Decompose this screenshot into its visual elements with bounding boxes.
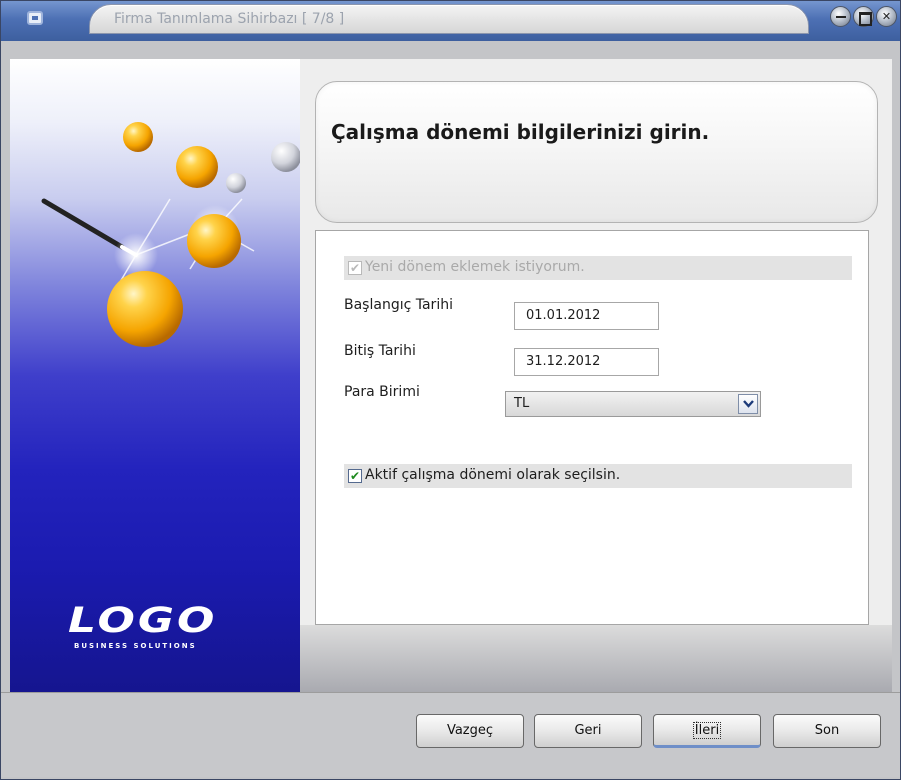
active-period-label: Aktif çalışma dönemi olarak seçilsin. — [365, 467, 621, 483]
maximize-button[interactable] — [853, 6, 874, 27]
minimize-button[interactable] — [830, 6, 851, 27]
logo-text: LOGO — [68, 600, 218, 641]
title-tab: Firma Tanımlama Sihirbazı [ 7/8 ] — [89, 4, 809, 34]
client-bottom-band — [300, 625, 892, 692]
currency-selected-value: TL — [514, 396, 530, 411]
end-date-label: Bitiş Tarihi — [344, 343, 416, 359]
chevron-down-icon — [743, 400, 754, 408]
new-period-label: Yeni dönem eklemek istiyorum. — [365, 259, 585, 275]
title-bar[interactable]: Firma Tanımlama Sihirbazı [ 7/8 ] ✕ — [1, 1, 900, 41]
back-button[interactable]: Geri — [534, 714, 642, 748]
next-button-label: İleri — [692, 722, 722, 739]
decorative-spheres-graphic — [41, 122, 300, 347]
dropdown-arrow-button[interactable] — [738, 394, 758, 414]
close-button[interactable]: ✕ — [876, 6, 897, 27]
back-button-label: Geri — [574, 723, 602, 738]
gold-sphere-medium — [187, 214, 241, 268]
large-gold-sphere — [107, 271, 183, 347]
period-form: ✔ Yeni dönem eklemek istiyorum. Başlangı… — [315, 230, 869, 625]
start-date-field[interactable]: 01.01.2012 — [514, 302, 659, 330]
logo-tagline: BUSINESS SOLUTIONS — [74, 642, 197, 650]
window-title: Firma Tanımlama Sihirbazı [ 7/8 ] — [114, 11, 345, 27]
button-bar: Vazgeç Geri İleri Son — [1, 692, 900, 777]
step-header: Çalışma dönemi bilgilerinizi girin. — [315, 81, 878, 223]
silver-sphere — [271, 142, 300, 172]
step-title: Çalışma dönemi bilgilerinizi girin. — [331, 120, 710, 144]
wand-shape — [41, 198, 125, 250]
currency-label: Para Birimi — [344, 384, 420, 400]
cancel-button[interactable]: Vazgeç — [416, 714, 524, 748]
new-period-checkbox[interactable]: ✔ — [348, 261, 362, 275]
wizard-window: Firma Tanımlama Sihirbazı [ 7/8 ] ✕ LOGO… — [0, 0, 901, 780]
wizard-client-area: LOGO BUSINESS SOLUTIONS Çalışma dönemi b… — [10, 59, 892, 692]
next-button[interactable]: İleri — [653, 714, 761, 748]
small-silver-sphere — [226, 173, 246, 193]
small-gold-sphere — [123, 122, 153, 152]
logo: LOGO BUSINESS SOLUTIONS — [68, 604, 238, 654]
finish-button[interactable]: Son — [773, 714, 881, 748]
currency-select[interactable]: TL — [505, 391, 761, 417]
window-menu-icon[interactable] — [27, 11, 43, 25]
branding-panel: LOGO BUSINESS SOLUTIONS — [10, 59, 300, 692]
finish-button-label: Son — [814, 723, 840, 738]
end-date-field[interactable]: 31.12.2012 — [514, 348, 659, 376]
active-period-checkbox[interactable]: ✔ — [348, 469, 362, 483]
start-date-label: Başlangıç Tarihi — [344, 297, 453, 313]
cancel-button-label: Vazgeç — [446, 723, 494, 738]
gold-sphere — [176, 146, 218, 188]
